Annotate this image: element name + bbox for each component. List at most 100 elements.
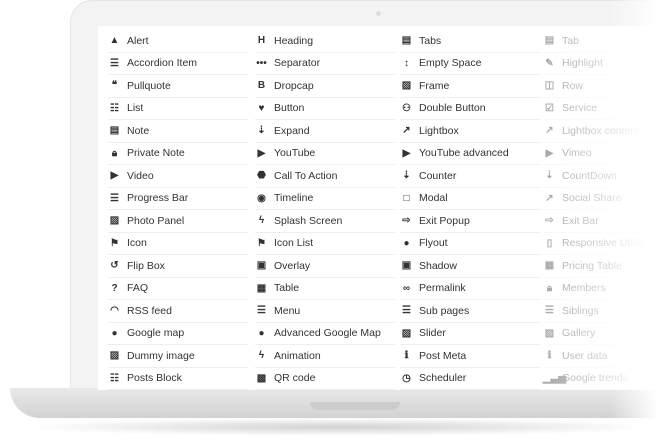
shortcode-item[interactable]: ▦ Table bbox=[255, 278, 395, 300]
shortcode-item[interactable]: ϟ Animation bbox=[255, 345, 395, 368]
shortcode-item[interactable]: ϟ Splash Screen bbox=[255, 210, 395, 233]
shortcode-item[interactable]: B Dropcap bbox=[255, 75, 395, 98]
shortcode-item[interactable]: ▶ Vimeo bbox=[543, 143, 669, 165]
shortcode-item[interactable]: ▨ Dummy image bbox=[108, 345, 248, 368]
shortcode-item[interactable]: ✎ Highlight bbox=[543, 53, 669, 75]
shortcode-label: Siblings bbox=[562, 304, 599, 317]
shortcode-item[interactable]: ▲ Alert bbox=[108, 30, 248, 53]
shortcode-item[interactable]: ••• Separator bbox=[255, 53, 395, 75]
shortcode-icon: ▯ bbox=[546, 237, 553, 249]
shortcode-item[interactable]: ▤ Tabs bbox=[400, 30, 540, 53]
shortcode-label: RSS feed bbox=[127, 304, 172, 317]
shortcode-item[interactable]: ∞ Permalink bbox=[400, 278, 540, 300]
shortcode-item[interactable]: ↗ Lightbox content bbox=[543, 120, 669, 143]
shortcode-item[interactable]: ☰ Siblings bbox=[543, 300, 669, 323]
shortcode-item[interactable]: ▨ Gallery bbox=[543, 323, 669, 345]
shortcode-item[interactable]: ↗ Social Share bbox=[543, 188, 669, 210]
shortcode-label: Expand bbox=[274, 124, 310, 137]
shortcode-label: Tabs bbox=[419, 34, 442, 47]
shortcode-item[interactable]: ▨ Frame bbox=[400, 75, 540, 98]
shortcode-item[interactable]: ▯ Responsive Utility bbox=[543, 233, 669, 255]
shortcode-item[interactable]: ⇨ Exit Bar bbox=[543, 210, 669, 233]
shortcode-item[interactable]: □ Modal bbox=[400, 188, 540, 210]
shortcode-label: Exit Bar bbox=[562, 214, 599, 227]
shortcode-item[interactable]: ? FAQ bbox=[108, 278, 248, 300]
shortcode-item[interactable]: ▶ Video bbox=[108, 165, 248, 188]
shortcode-item[interactable]: ● Flyout bbox=[400, 233, 540, 255]
shortcode-label: Frame bbox=[419, 79, 450, 92]
shortcode-item[interactable]: ℹ Post Meta bbox=[400, 345, 540, 368]
shortcode-label: Flip Box bbox=[127, 259, 165, 272]
shortcode-item[interactable]: 🔒︎ Members bbox=[543, 278, 669, 300]
shortcode-icon: ◷ bbox=[402, 372, 411, 384]
shortcode-item[interactable]: ⇨ Exit Popup bbox=[400, 210, 540, 233]
shortcode-label: Button bbox=[274, 102, 305, 115]
shortcode-label: Overlay bbox=[274, 259, 311, 272]
shortcode-item[interactable]: ◉ Timeline bbox=[255, 188, 395, 210]
shortcode-item[interactable]: ☰ Sub pages bbox=[400, 300, 540, 323]
shortcode-icon: ⇣ bbox=[545, 170, 554, 182]
shortcode-item[interactable]: ☷ Posts Block bbox=[108, 368, 248, 390]
shortcode-item[interactable]: ▶ YouTube advanced bbox=[400, 143, 540, 165]
shortcode-item[interactable]: ▣ Overlay bbox=[255, 255, 395, 278]
shortcode-icon: ☰ bbox=[257, 305, 266, 317]
shortcode-item[interactable]: ❝ Pullquote bbox=[108, 75, 248, 98]
shortcode-item[interactable]: ● Advanced Google Map bbox=[255, 323, 395, 345]
shortcode-label: Progress Bar bbox=[127, 192, 189, 205]
shortcode-item[interactable]: ⬣ Call To Action bbox=[255, 165, 395, 188]
shortcode-item[interactable]: ⚑ Icon List bbox=[255, 233, 395, 255]
shortcode-item[interactable]: ▁▃▅ Google trends bbox=[543, 368, 669, 390]
shortcode-item[interactable]: ▩ QR code bbox=[255, 368, 395, 390]
shortcode-item[interactable]: ☑ Service bbox=[543, 98, 669, 120]
shortcode-icon: ● bbox=[403, 237, 410, 249]
shortcode-icon: ☷ bbox=[110, 102, 119, 114]
shortcode-icon: ⚑ bbox=[257, 237, 266, 249]
shortcode-item[interactable]: ● Google map bbox=[108, 323, 248, 345]
shortcode-label: Accordion Item bbox=[127, 57, 198, 70]
shortcode-item[interactable]: ↺ Flip Box bbox=[108, 255, 248, 278]
shortcode-icon: ⚑ bbox=[110, 237, 119, 249]
shortcode-item[interactable]: ⚑ Icon bbox=[108, 233, 248, 255]
shortcode-item[interactable]: ℹ User data bbox=[543, 345, 669, 368]
shortcode-item[interactable]: ♥ Button bbox=[255, 98, 395, 120]
shortcode-label: Icon bbox=[127, 237, 147, 250]
shortcode-item[interactable]: H Heading bbox=[255, 30, 395, 53]
shortcode-icon: ☷ bbox=[110, 372, 119, 384]
shortcode-icon: ▤ bbox=[109, 125, 120, 137]
shortcode-label: Responsive Utility bbox=[562, 237, 646, 250]
shortcode-item[interactable]: ⇣ Expand bbox=[255, 120, 395, 143]
shortcode-item[interactable]: ☰ Accordion Item bbox=[108, 53, 248, 75]
shortcode-item[interactable]: ▨ Slider bbox=[400, 323, 540, 345]
shortcode-label: Service bbox=[562, 102, 598, 115]
shortcode-icon: ▤ bbox=[401, 35, 412, 47]
shortcode-label: Call To Action bbox=[274, 169, 338, 182]
shortcode-icon: ▨ bbox=[544, 327, 555, 339]
shortcode-item[interactable]: ◫ Row bbox=[543, 75, 669, 98]
shortcode-item[interactable]: ▶ YouTube bbox=[255, 143, 395, 165]
shortcode-icon: ◉ bbox=[257, 192, 266, 204]
column-2: H Heading ••• Separator B Dropcap ♥ Button ⇣ Expa… bbox=[255, 30, 395, 390]
shortcode-label: User data bbox=[562, 349, 608, 362]
shortcode-item[interactable]: ⇣ CountDown bbox=[543, 165, 669, 188]
shortcode-icon: ↺ bbox=[110, 260, 119, 272]
shortcode-item[interactable]: ▣ Shadow bbox=[400, 255, 540, 278]
shortcode-item[interactable]: 🔒︎ Private Note bbox=[108, 143, 248, 165]
shortcode-item[interactable]: ↗ Lightbox bbox=[400, 120, 540, 143]
shortcode-item[interactable]: ⚇ Double Button bbox=[400, 98, 540, 120]
shortcode-icon: ❝ bbox=[111, 80, 118, 92]
shortcode-label: Post Meta bbox=[419, 349, 467, 362]
shortcode-item[interactable]: ☰ Menu bbox=[255, 300, 395, 323]
shortcode-item[interactable]: ▤ Tab bbox=[543, 30, 669, 53]
shortcode-icon: 🔒︎ bbox=[546, 282, 553, 294]
shortcode-item[interactable]: ◷ Scheduler bbox=[400, 368, 540, 390]
shortcode-item[interactable]: ◠ RSS feed bbox=[108, 300, 248, 323]
shortcode-item[interactable]: ▨ Photo Panel bbox=[108, 210, 248, 233]
shortcode-item[interactable]: ⇣ Counter bbox=[400, 165, 540, 188]
shortcode-item[interactable]: ↕ Empty Space bbox=[400, 53, 540, 75]
shortcode-item[interactable]: ☷ List bbox=[108, 98, 248, 120]
shortcode-icon: ▁▃▅ bbox=[543, 372, 567, 384]
shortcode-item[interactable]: ▤ Note bbox=[108, 120, 248, 143]
shortcode-item[interactable]: ☰ Progress Bar bbox=[108, 188, 248, 210]
shortcode-item[interactable]: ▦ Pricing Table bbox=[543, 255, 669, 278]
shortcode-icon: ● bbox=[258, 327, 265, 339]
